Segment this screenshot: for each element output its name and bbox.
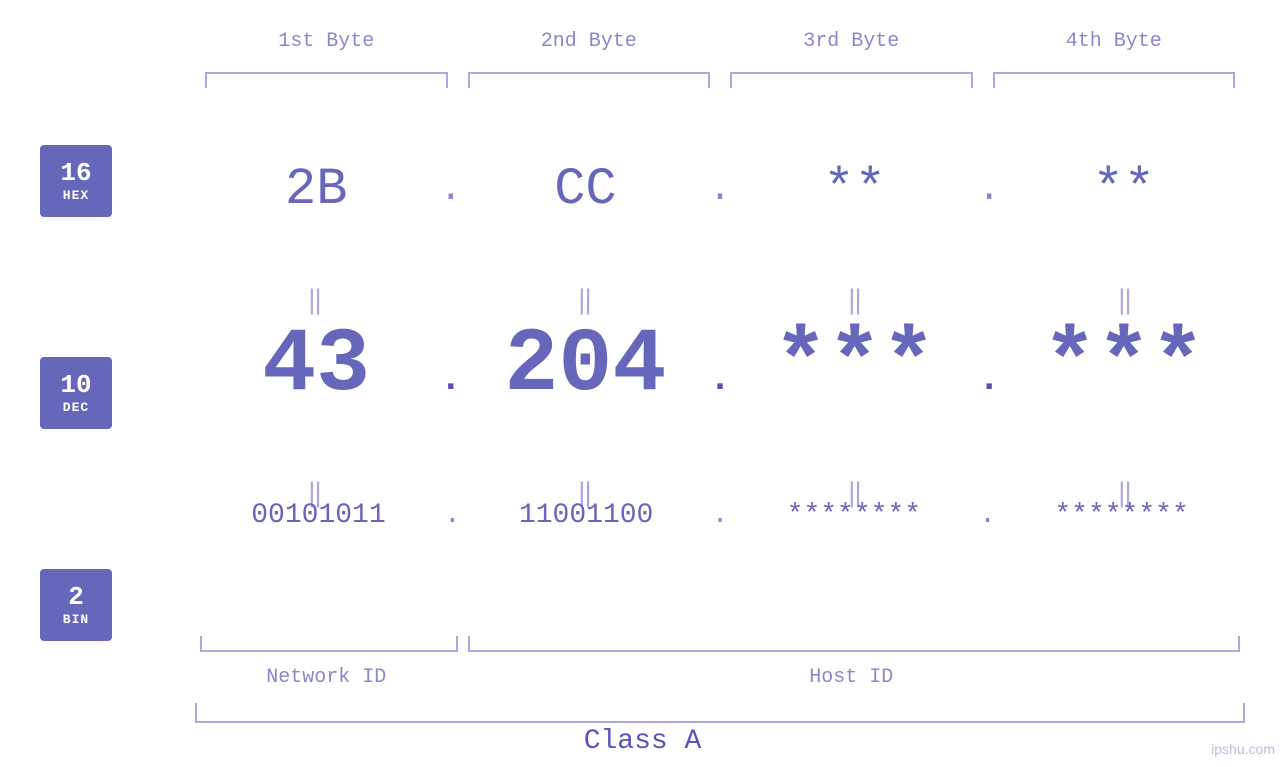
dot-dec-2: .: [707, 358, 734, 401]
main-container: 1st Byte 2nd Byte 3rd Byte 4th Byte 16 H…: [0, 0, 1285, 767]
dot-bin-3: .: [977, 500, 998, 531]
hex-byte-1: 2B: [195, 160, 437, 219]
dot-hex-1: .: [437, 168, 464, 211]
bin-row: 00101011 . 11001100 . ******** . *******…: [195, 500, 1245, 531]
dot-dec-1: .: [437, 358, 464, 401]
bracket-4: [993, 72, 1236, 88]
hex-byte-4: **: [1003, 160, 1245, 219]
bracket-2: [468, 72, 711, 88]
base-badges: 16 HEX 10 DEC 2 BIN: [40, 145, 112, 641]
network-bracket: [200, 636, 458, 652]
hex-byte-2: CC: [464, 160, 706, 219]
dec-badge-num: 10: [60, 371, 91, 400]
bracket-1: [205, 72, 448, 88]
class-label: Class A: [0, 726, 1285, 757]
dec-row: 43 . 204 . *** . ***: [195, 315, 1245, 417]
bracket-3: [730, 72, 973, 88]
byte-header-1: 1st Byte: [195, 30, 458, 53]
dot-hex-3: .: [976, 168, 1003, 211]
dot-bin-2: .: [710, 500, 731, 531]
equals-row-1: ‖ ‖ ‖ ‖: [195, 285, 1245, 316]
bin-byte-4: ********: [998, 500, 1245, 531]
bin-byte-1: 00101011: [195, 500, 442, 531]
dot-bin-1: .: [442, 500, 463, 531]
dec-byte-2: 204: [464, 315, 706, 417]
host-id-label: Host ID: [458, 666, 1246, 689]
eq1-2: ‖: [465, 285, 705, 316]
dec-badge-label: DEC: [63, 400, 89, 415]
eq1-3: ‖: [735, 285, 975, 316]
class-bracket: [195, 703, 1245, 723]
host-bracket: [468, 636, 1240, 652]
hex-badge: 16 HEX: [40, 145, 112, 217]
bin-byte-3: ********: [730, 500, 977, 531]
hex-row: 2B . CC . ** . **: [195, 160, 1245, 219]
header-brackets: [195, 72, 1245, 88]
dec-byte-3: ***: [733, 315, 975, 417]
byte-header-3: 3rd Byte: [720, 30, 983, 53]
hex-byte-3: **: [733, 160, 975, 219]
byte-headers: 1st Byte 2nd Byte 3rd Byte 4th Byte: [195, 30, 1245, 53]
eq1-1: ‖: [195, 285, 435, 316]
byte-header-4: 4th Byte: [983, 30, 1246, 53]
dot-dec-3: .: [976, 358, 1003, 401]
bin-badge: 2 BIN: [40, 569, 112, 641]
byte-header-2: 2nd Byte: [458, 30, 721, 53]
id-brackets: [195, 636, 1245, 652]
network-id-label: Network ID: [195, 666, 458, 689]
watermark: ipshu.com: [1211, 741, 1275, 757]
hex-badge-num: 16: [60, 159, 91, 188]
id-labels: Network ID Host ID: [195, 666, 1245, 689]
dec-badge: 10 DEC: [40, 357, 112, 429]
dec-byte-4: ***: [1003, 315, 1245, 417]
hex-badge-label: HEX: [63, 188, 89, 203]
bin-badge-num: 2: [68, 583, 84, 612]
dec-byte-1: 43: [195, 315, 437, 417]
bin-badge-label: BIN: [63, 612, 89, 627]
dot-hex-2: .: [707, 168, 734, 211]
eq1-4: ‖: [1005, 285, 1245, 316]
bin-byte-2: 11001100: [463, 500, 710, 531]
